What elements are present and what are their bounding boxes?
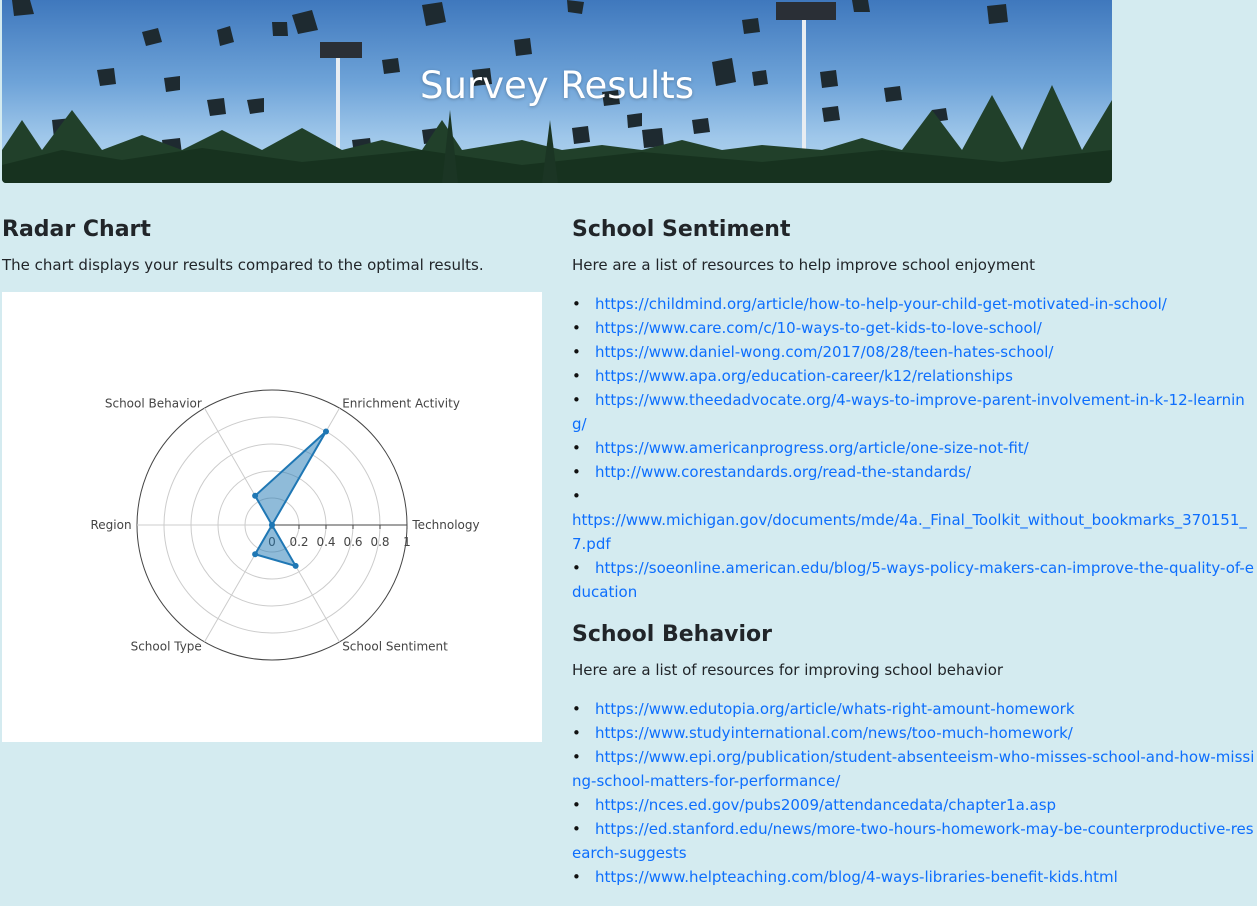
school-sentiment-description: Here are a list of resources to help imp…: [572, 256, 1036, 274]
school-sentiment-link-item: • http://www.corestandards.org/read-the-s…: [572, 460, 1257, 484]
school-sentiment-link-item: • https://childmind.org/article/how-to-he…: [572, 292, 1257, 316]
header-banner: Survey Results: [2, 0, 1112, 183]
school-sentiment-link-item: • https://www.michigan.gov/documents/mde/…: [572, 484, 1257, 556]
school-sentiment-resource-list: • https://childmind.org/article/how-to-he…: [572, 292, 1257, 604]
radar-data-point: [269, 522, 275, 528]
radar-radial-tick-label: 0.6: [343, 535, 362, 549]
radar-axis-label: Enrichment Activity: [342, 396, 460, 410]
school-behavior-link-item: • https://www.edutopia.org/article/whats-…: [572, 697, 1257, 721]
radar-radial-tick-label: 0.8: [370, 535, 389, 549]
school-sentiment-link-item: • https://soeonline.american.edu/blog/5-w…: [572, 556, 1257, 604]
school-behavior-link-item: • https://www.epi.org/publication/student…: [572, 745, 1257, 793]
school-behavior-resource-link[interactable]: https://www.edutopia.org/article/whats-r…: [595, 700, 1075, 718]
school-behavior-link-item: • https://nces.ed.gov/pubs2009/attendance…: [572, 793, 1257, 817]
school-sentiment-link-item: • https://www.apa.org/education-career/k1…: [572, 364, 1257, 388]
school-sentiment-resource-link[interactable]: https://www.theedadvocate.org/4-ways-to-…: [572, 391, 1245, 433]
school-sentiment-resource-link[interactable]: http://www.corestandards.org/read-the-st…: [595, 463, 971, 481]
school-behavior-description: Here are a list of resources for improvi…: [572, 661, 1004, 679]
school-behavior-resource-link[interactable]: https://nces.ed.gov/pubs2009/attendanced…: [595, 796, 1056, 814]
school-sentiment-resource-link[interactable]: https://childmind.org/article/how-to-hel…: [595, 295, 1167, 313]
school-sentiment-link-item: • https://www.americanprogress.org/articl…: [572, 436, 1257, 460]
bullet-icon: •: [572, 391, 581, 409]
school-sentiment-heading: School Sentiment: [572, 217, 791, 242]
radar-data-point: [252, 551, 259, 558]
radar-chart-heading: Radar Chart: [2, 217, 151, 242]
school-sentiment-link-item: • https://www.theedadvocate.org/4-ways-to…: [572, 388, 1257, 436]
radar-data-point: [323, 428, 329, 435]
radar-axis-label: Region: [91, 518, 132, 532]
radar-axis-label: Technology: [411, 518, 479, 532]
radar-chart[interactable]: Technology Enrichment Activity School Beha…: [2, 292, 542, 742]
bullet-icon: •: [572, 343, 581, 361]
bullet-icon: •: [572, 487, 581, 505]
bullet-icon: •: [572, 868, 581, 886]
radar-radial-tick-label: 0.2: [289, 535, 308, 549]
bullet-icon: •: [572, 700, 581, 718]
bullet-icon: •: [572, 439, 581, 457]
radar-axis-label: School Sentiment: [342, 640, 448, 654]
radar-chart-svg: Technology Enrichment Activity School Beha…: [91, 389, 480, 661]
bullet-icon: •: [572, 724, 581, 742]
page-title: Survey Results: [419, 64, 695, 107]
school-sentiment-resource-link[interactable]: https://www.michigan.gov/documents/mde/4…: [572, 511, 1247, 553]
school-sentiment-resource-link[interactable]: https://www.apa.org/education-career/k12…: [595, 367, 1013, 385]
bullet-icon: •: [572, 559, 581, 577]
bullet-icon: •: [572, 367, 581, 385]
radar-data-point: [292, 562, 299, 569]
school-behavior-link-item: • https://www.studyinternational.com/news…: [572, 721, 1257, 745]
school-sentiment-resource-link[interactable]: https://www.americanprogress.org/article…: [595, 439, 1029, 457]
school-behavior-resource-link[interactable]: https://ed.stanford.edu/news/more-two-ho…: [572, 820, 1254, 862]
school-behavior-link-item: • https://ed.stanford.edu/news/more-two-h…: [572, 817, 1257, 865]
school-behavior-link-item: • https://www.helpteaching.com/blog/4-way…: [572, 865, 1257, 889]
radar-radial-tick-label: 0.4: [316, 535, 335, 549]
bullet-icon: •: [572, 463, 581, 481]
school-sentiment-resource-link[interactable]: https://www.care.com/c/10-ways-to-get-ki…: [595, 319, 1042, 337]
school-sentiment-resource-link[interactable]: https://soeonline.american.edu/blog/5-wa…: [572, 559, 1254, 601]
school-sentiment-resource-link[interactable]: https://www.daniel-wong.com/2017/08/28/t…: [595, 343, 1053, 361]
radar-data-point: [252, 492, 259, 499]
bullet-icon: •: [572, 295, 581, 313]
school-behavior-resource-link[interactable]: https://www.epi.org/publication/student-…: [572, 748, 1254, 790]
radar-chart-description: The chart displays your results compared…: [2, 256, 484, 274]
bullet-icon: •: [572, 796, 581, 814]
bullet-icon: •: [572, 748, 581, 766]
school-behavior-resource-list: • https://www.edutopia.org/article/whats-…: [572, 697, 1257, 889]
school-behavior-heading: School Behavior: [572, 622, 773, 647]
school-sentiment-link-item: • https://www.care.com/c/10-ways-to-get-k…: [572, 316, 1257, 340]
school-sentiment-link-item: • https://www.daniel-wong.com/2017/08/28/…: [572, 340, 1257, 364]
radar-axis-label: School Behavior: [105, 396, 202, 410]
radar-radial-tick-label: 1: [403, 535, 411, 549]
school-behavior-resource-link[interactable]: https://www.helpteaching.com/blog/4-ways…: [595, 868, 1118, 886]
radar-axis-label: School Type: [131, 640, 202, 654]
bullet-icon: •: [572, 820, 581, 838]
bullet-icon: •: [572, 319, 581, 337]
school-behavior-resource-link[interactable]: https://www.studyinternational.com/news/…: [595, 724, 1073, 742]
